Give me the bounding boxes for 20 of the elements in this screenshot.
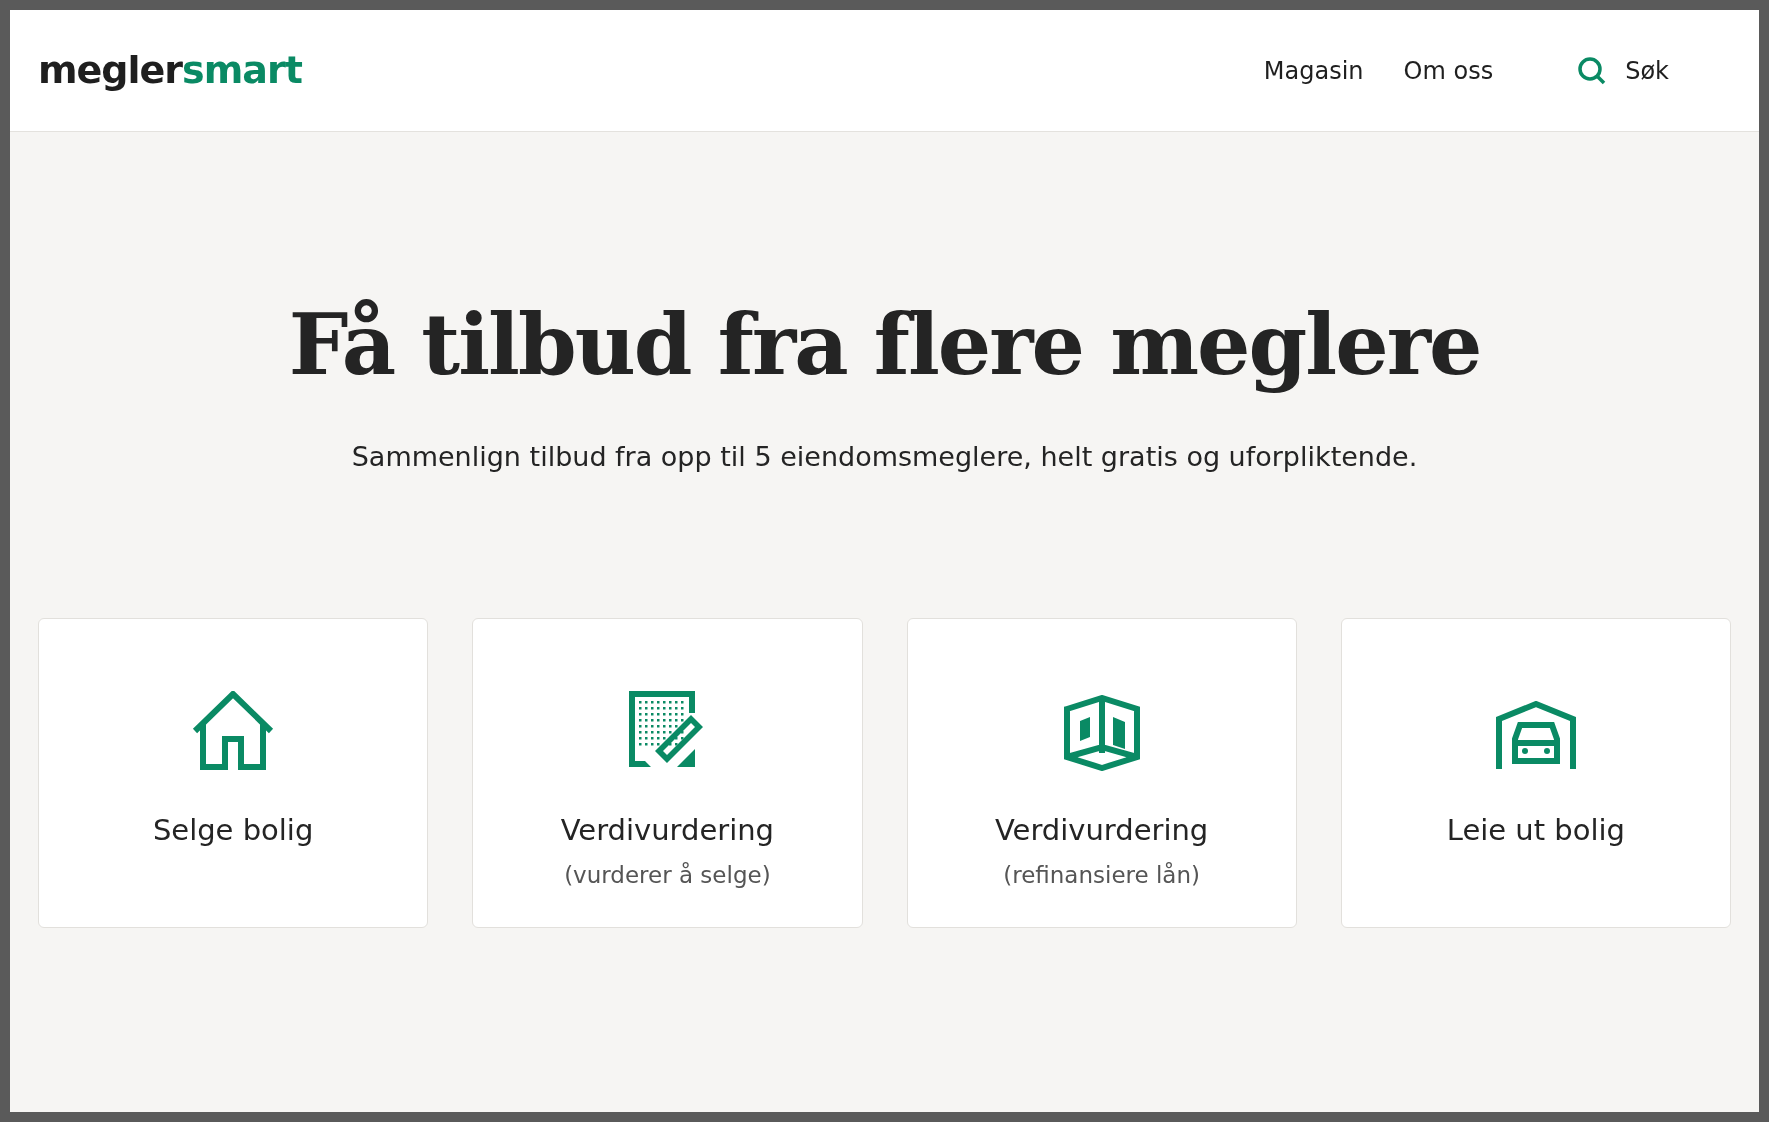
logo[interactable]: meglersmart [38,42,302,99]
card-subtitle: (vurderer å selge) [564,861,771,890]
card-title: Verdivurdering [560,811,774,849]
card-subtitle: (refinansiere lån) [1003,861,1200,890]
search-icon [1577,55,1608,86]
card-title: Selge bolig [152,811,314,849]
hero-subtitle: Sammenlign tilbud fra opp til 5 eiendomsmeglere, helt gratis og uforpliktende. [350,440,1419,474]
card-title: Leie ut bolig [1446,811,1625,849]
car-in-garage-icon [1494,700,1577,771]
service-card[interactable]: Verdivurdering (refinansiere lån) [906,617,1297,928]
hero-title: Få tilbud fra flere meglere [287,294,1482,396]
nav-link[interactable]: Magasin [1263,52,1364,89]
house-icon [191,690,276,771]
card-title: Verdivurdering [995,811,1209,849]
service-card[interactable]: Selge bolig [38,617,429,928]
folded-map-icon [1062,694,1141,771]
service-card[interactable]: Verdivurdering (vurderer å selge) [472,617,863,928]
service-card[interactable]: Leie ut bolig [1340,617,1731,928]
nav-link[interactable]: Om oss [1403,52,1494,89]
search-button[interactable]: Søk [1577,52,1669,89]
